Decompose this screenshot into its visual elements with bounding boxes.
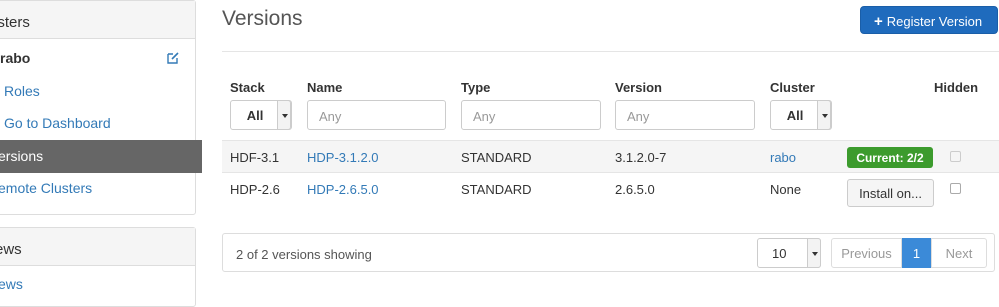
version-filter-input[interactable]: Any: [615, 100, 755, 130]
sidebar-cluster-rabo[interactable]: rabo: [0, 42, 202, 75]
column-header-cluster[interactable]: Cluster: [770, 80, 815, 95]
page-size-value: 10: [772, 246, 787, 261]
install-on-button[interactable]: Install on...: [847, 179, 934, 207]
previous-page-button[interactable]: Previous: [831, 238, 902, 268]
current-page-button[interactable]: 1: [902, 238, 931, 268]
sidebar-item-dashboard[interactable]: Go to Dashboard: [0, 107, 202, 140]
sidebar-item-versions[interactable]: ersions: [0, 140, 202, 173]
type-cell: STANDARD: [461, 182, 532, 197]
sidebar-item-label: Go to Dashboard: [4, 115, 111, 131]
version-name-link[interactable]: HDP-2.6.5.0: [307, 182, 379, 197]
sidebar-item-label: emote Clusters: [0, 180, 93, 196]
type-cell: STANDARD: [461, 150, 532, 165]
table-row: HDF-3.1 HDP-3.1.2.0 STANDARD 3.1.2.0-7 r…: [222, 140, 999, 173]
cluster-filter-value: All: [786, 108, 804, 123]
cluster-filter-select[interactable]: All: [770, 100, 832, 130]
sidebar-item-label: Roles: [4, 83, 40, 99]
sidebar-item-views[interactable]: ews: [0, 268, 202, 301]
plus-icon: +: [874, 13, 883, 30]
cluster-cell: None: [770, 182, 802, 197]
cluster-name-label: rabo: [0, 50, 31, 66]
column-header-stack[interactable]: Stack: [230, 80, 265, 95]
version-cell: 2.6.5.0: [615, 182, 655, 197]
chevron-down-icon: [817, 100, 831, 130]
register-version-label: Register Version: [886, 14, 983, 29]
type-filter-input[interactable]: Any: [461, 100, 601, 130]
stack-cell: HDF-3.1: [230, 150, 280, 165]
main-content: Versions + Register Version Stack Name Ty…: [222, 0, 999, 289]
chevron-down-icon: [277, 100, 291, 130]
versions-count: 2 of 2 versions showing: [236, 247, 372, 262]
stack-cell: HDP-2.6: [230, 182, 280, 197]
version-name-link[interactable]: HDP-3.1.2.0: [307, 150, 379, 165]
sidebar-item-label: ersions: [0, 148, 44, 164]
sidebar-item-label: ews: [0, 276, 23, 292]
name-filter-input[interactable]: Any: [307, 100, 446, 130]
sidebar-item-roles[interactable]: Roles: [0, 75, 202, 108]
hidden-checkbox: [950, 151, 961, 162]
views-header: ews: [0, 228, 195, 266]
chevron-down-icon: [807, 238, 821, 268]
column-header-version[interactable]: Version: [615, 80, 662, 95]
stack-filter-value: All: [246, 108, 264, 123]
register-version-button[interactable]: + Register Version: [860, 6, 998, 34]
page-title: Versions: [222, 7, 303, 30]
cluster-link[interactable]: rabo: [770, 150, 796, 165]
column-header-name[interactable]: Name: [307, 80, 342, 95]
table-footer: 2 of 2 versions showing 10 Previous 1 Ne…: [222, 233, 995, 272]
stack-filter-select[interactable]: All: [230, 100, 292, 130]
sidebar: usters rabo Roles Go to Dashboard ersion…: [0, 0, 202, 307]
divider: [222, 51, 999, 52]
current-status-badge: Current: 2/2: [847, 147, 933, 168]
clusters-header: usters: [0, 1, 195, 39]
page-size-select[interactable]: 10: [757, 238, 821, 268]
column-header-hidden: Hidden: [934, 80, 979, 95]
next-page-button[interactable]: Next: [931, 238, 987, 268]
edit-icon[interactable]: [166, 51, 180, 65]
column-header-type[interactable]: Type: [461, 80, 490, 95]
hidden-checkbox[interactable]: [950, 183, 961, 194]
sidebar-item-remote-clusters[interactable]: emote Clusters: [0, 172, 202, 205]
version-cell: 3.1.2.0-7: [615, 150, 667, 165]
table-row: HDP-2.6 HDP-2.6.5.0 STANDARD 2.6.5.0 Non…: [222, 173, 999, 207]
